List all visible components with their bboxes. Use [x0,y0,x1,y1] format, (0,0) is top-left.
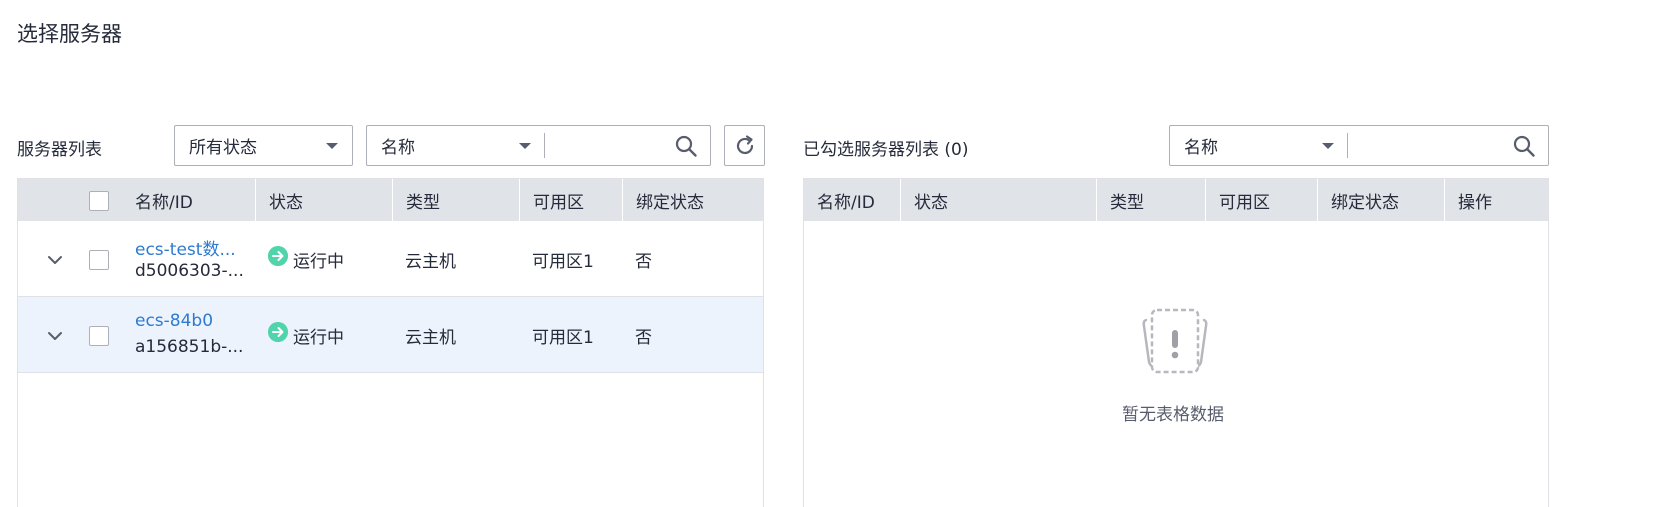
row-checkbox[interactable] [89,326,109,346]
column-header-action: 操作 [1444,179,1492,221]
server-list-label: 服务器列表 [17,140,102,160]
right-search-input[interactable] [1354,126,1504,165]
type-text: 云主机 [405,328,456,348]
server-id: d5006303-... [135,261,244,281]
status-filter-value: 所有状态 [189,138,257,158]
server-id: a156851b-... [135,337,244,357]
left-search-field-value: 名称 [381,138,415,158]
select-all-checkbox[interactable] [89,191,109,211]
column-header-bound[interactable]: 绑定状态 [1317,179,1399,221]
column-header-name[interactable]: 名称/ID [122,179,193,221]
caret-down-icon [1322,143,1334,149]
server-name-link[interactable]: ecs-84b0 [135,311,213,331]
selected-server-list-label: 已勾选服务器列表 (0) [803,140,969,160]
row-checkbox[interactable] [89,250,109,270]
column-header-type[interactable]: 类型 [392,179,440,221]
bound-text: 否 [635,252,652,272]
left-search-box: 名称 [366,125,711,166]
status-text: 运行中 [293,252,344,272]
column-header-status[interactable]: 状态 [900,179,948,221]
zone-text: 可用区1 [532,328,594,348]
server-name-link[interactable]: ecs-test数... [135,235,236,260]
search-divider [544,133,545,158]
column-header-zone[interactable]: 可用区 [519,179,584,221]
server-table-header: 名称/ID 状态 类型 可用区 绑定状态 [18,179,763,221]
search-icon[interactable] [674,134,698,158]
zone-text: 可用区1 [532,252,594,272]
left-search-input[interactable] [551,126,661,165]
column-header-status[interactable]: 状态 [255,179,303,221]
arrow-right-circle-icon [268,322,288,342]
left-search-field-select[interactable]: 名称 [367,126,543,165]
search-icon[interactable] [1512,134,1536,158]
selected-table-header: 名称/ID 状态 类型 可用区 绑定状态 操作 [804,179,1548,221]
bound-text: 否 [635,328,652,348]
status-text: 运行中 [293,328,344,348]
empty-table-icon [1142,308,1208,374]
right-search-field-value: 名称 [1184,138,1218,158]
column-header-bound[interactable]: 绑定状态 [622,179,704,221]
right-search-field-select[interactable]: 名称 [1170,126,1347,165]
refresh-button[interactable] [724,125,765,166]
server-table: 名称/ID 状态 类型 可用区 绑定状态 ecs-test数... d50063… [17,178,764,507]
expand-chevron-down-icon[interactable] [47,255,63,265]
table-row[interactable]: ecs-84b0 a156851b-... 运行中 云主机 可用区1 否 [18,297,763,373]
caret-down-icon [519,143,531,149]
status-filter-dropdown[interactable]: 所有状态 [174,125,353,166]
page-title: 选择服务器 [17,22,122,46]
column-header-type[interactable]: 类型 [1096,179,1144,221]
refresh-icon [736,135,754,155]
table-row[interactable]: ecs-test数... d5006303-... 运行中 云主机 可用区1 否 [18,221,763,297]
empty-state-text: 暂无表格数据 [1122,405,1224,425]
right-search-box: 名称 [1169,125,1549,166]
column-header-zone[interactable]: 可用区 [1205,179,1270,221]
type-text: 云主机 [405,252,456,272]
arrow-right-circle-icon [268,246,288,266]
search-divider [1347,133,1348,158]
caret-down-icon [326,143,338,149]
expand-chevron-down-icon[interactable] [47,331,63,341]
column-header-name[interactable]: 名称/ID [804,179,875,221]
